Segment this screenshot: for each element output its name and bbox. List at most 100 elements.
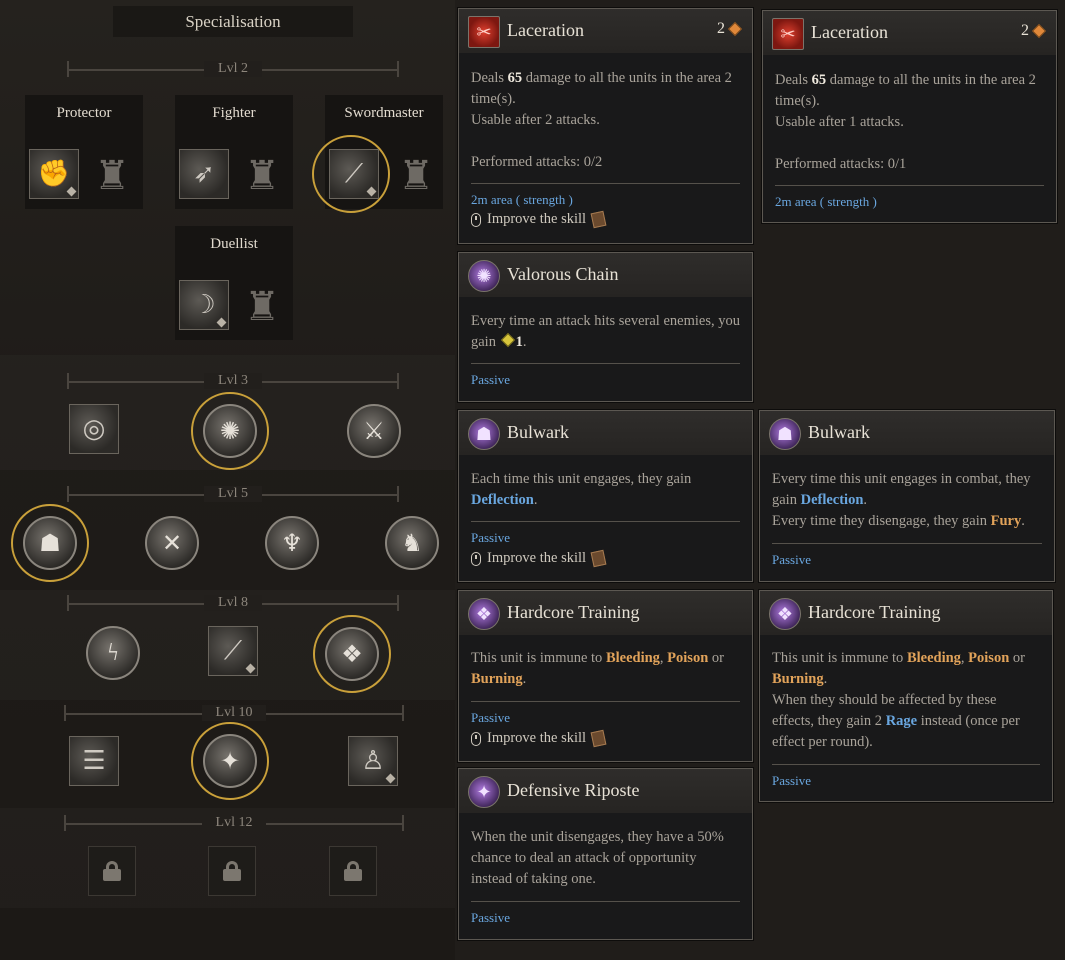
hardcore-training-icon: ❖ — [468, 598, 500, 630]
level-divider-3: Lvl 3 — [67, 372, 399, 390]
class-name: Fighter — [212, 105, 256, 121]
tooltip-description: Every time an attack hits several enemie… — [471, 313, 740, 350]
specialisation-panel: Specialisation Lvl 2 Protector ✊ ♜ Fight… — [0, 0, 455, 960]
skill-tag: Passive — [772, 552, 811, 567]
skill-tag: Passive — [471, 910, 510, 925]
level-label: Lvl 8 — [204, 595, 262, 611]
sword-slash-icon[interactable]: ⟋ — [329, 149, 379, 199]
book-icon — [590, 549, 607, 568]
ap-cost: 2 — [717, 20, 743, 38]
lightning-warrior-icon[interactable]: ϟ — [86, 626, 140, 680]
tooltip-description: Each time this unit engages, they gain D… — [471, 471, 692, 508]
level-label: Lvl 3 — [204, 373, 262, 389]
armor-chest-icon: ♜ — [244, 152, 280, 198]
mouse-icon — [471, 551, 481, 566]
mouse-icon — [471, 731, 481, 746]
improve-skill-hint[interactable]: Improve the skill — [471, 729, 607, 748]
valorous-chain-icon: ✺ — [468, 260, 500, 292]
tooltip-defensive-riposte: ✦ Defensive Riposte When the unit diseng… — [457, 767, 754, 941]
locked-slot — [329, 846, 377, 896]
blade-sweep-icon[interactable]: ☽ — [179, 280, 229, 330]
action-point-icon — [727, 21, 743, 37]
shield-bash-icon[interactable]: ✊ — [29, 149, 79, 199]
hardcore-training-icon[interactable]: ❖ — [325, 627, 379, 681]
lock-icon — [344, 861, 362, 881]
tooltip-title: Defensive Riposte — [507, 780, 640, 800]
duelist-stance-icon[interactable]: ♞ — [385, 516, 439, 570]
tooltip-description: When the unit disengages, they have a 50… — [471, 829, 724, 887]
tooltip-title: Bulwark — [507, 422, 569, 442]
tooltip-title: Valorous Chain — [507, 264, 619, 284]
tooltip-laceration-upgraded: ✂ Laceration 2 Deals 65 damage to all th… — [761, 9, 1058, 224]
valorous-chain-icon[interactable]: ✺ — [203, 404, 257, 458]
armor-chest-icon: ♜ — [398, 152, 434, 198]
tooltip-description: Deals 65 damage to all the units in the … — [775, 72, 1036, 172]
tooltip-title: Hardcore Training — [808, 602, 941, 622]
locked-slot — [208, 846, 256, 896]
level-label: Lvl 2 — [204, 61, 262, 77]
locked-slot — [88, 846, 136, 896]
tooltip-title: Hardcore Training — [507, 602, 640, 622]
kick-icon[interactable]: ➶ — [179, 149, 229, 199]
class-name: Swordmaster — [344, 105, 424, 121]
armor-chest-icon: ♜ — [244, 283, 280, 329]
defensive-riposte-icon[interactable]: ✦ — [203, 734, 257, 788]
hardcore-training-icon: ❖ — [769, 598, 801, 630]
level-divider-5: Lvl 5 — [67, 485, 399, 503]
spear-icon[interactable]: ⟋ — [208, 626, 258, 676]
class-card-swordmaster[interactable]: Swordmaster ⟋ ♜ — [312, 95, 443, 213]
laceration-icon: ✂ — [468, 16, 500, 48]
tooltip-hardcore-training-upgraded: ❖ Hardcore Training This unit is immune … — [758, 589, 1054, 803]
defensive-riposte-icon: ✦ — [468, 776, 500, 808]
crossed-swords-icon[interactable]: ⚔ — [347, 404, 401, 458]
tooltip-bulwark-upgraded: ☗ Bulwark Every time this unit engages i… — [758, 409, 1056, 583]
tooltip-description: Deals 65 damage to all the units in the … — [471, 70, 732, 170]
level-divider-10: Lvl 10 — [64, 704, 404, 722]
level-label: Lvl 5 — [204, 486, 262, 502]
class-name: Protector — [56, 105, 112, 121]
skill-tag: Passive — [471, 710, 510, 725]
improve-skill-hint[interactable]: Improve the skill — [471, 210, 607, 229]
tooltip-description: Every time this unit engages in combat, … — [772, 471, 1031, 529]
class-name: Duellist — [210, 236, 258, 252]
level-label: Lvl 12 — [201, 815, 267, 831]
skill-tag: Passive — [471, 530, 510, 545]
improve-skill-hint[interactable]: Improve the skill — [471, 549, 607, 568]
armor-chest-icon: ♜ — [94, 152, 130, 198]
bulwark-hood-icon[interactable]: ☗ — [23, 516, 77, 570]
class-card-duellist[interactable]: Duellist ☽ ♜ — [175, 226, 293, 340]
tooltip-valorous-chain: ✺ Valorous Chain Every time an attack hi… — [457, 251, 754, 403]
tooltip-hardcore-training: ❖ Hardcore Training This unit is immune … — [457, 589, 754, 763]
level-divider-12: Lvl 12 — [64, 814, 404, 832]
book-icon — [590, 210, 607, 229]
tooltip-title: Bulwark — [808, 422, 870, 442]
skill-tag: Passive — [471, 372, 510, 387]
tooltip-bulwark: ☗ Bulwark Each time this unit engages, t… — [457, 409, 754, 583]
class-card-protector[interactable]: Protector ✊ ♜ — [25, 95, 143, 209]
bulwark-icon: ☗ — [769, 418, 801, 450]
class-card-fighter[interactable]: Fighter ➶ ♜ — [175, 95, 293, 209]
tooltip-description: This unit is immune to Bleeding, Poison … — [772, 650, 1025, 750]
ladder-icon[interactable]: ☰ — [69, 736, 119, 786]
tooltip-title: Laceration — [811, 22, 888, 42]
panel-title: Specialisation — [113, 6, 353, 37]
ap-cost: 2 — [1021, 22, 1047, 40]
sword-clash-icon[interactable]: ✕ — [145, 516, 199, 570]
level-label: Lvl 10 — [201, 705, 267, 721]
action-point-icon — [1031, 23, 1047, 39]
level-divider-8: Lvl 8 — [67, 594, 399, 612]
bulwark-icon: ☗ — [468, 418, 500, 450]
laceration-icon: ✂ — [772, 18, 804, 50]
skill-tag: 2m area ( strength ) — [775, 194, 877, 209]
lock-icon — [223, 861, 241, 881]
chain-shield-icon[interactable]: ◎ — [69, 404, 119, 454]
gain-diamond-icon — [500, 332, 515, 348]
skill-tag: 2m area ( strength ) — [471, 192, 573, 207]
book-icon — [590, 729, 607, 748]
level-divider-2: Lvl 2 — [67, 60, 399, 78]
raised-arms-icon[interactable]: ♆ — [265, 516, 319, 570]
fighter-silhouette-icon[interactable]: ♙ — [348, 736, 398, 786]
mouse-icon — [471, 212, 481, 227]
skill-tag: Passive — [772, 773, 811, 788]
tooltip-laceration: ✂ Laceration 2 Deals 65 damage to all th… — [457, 7, 754, 245]
